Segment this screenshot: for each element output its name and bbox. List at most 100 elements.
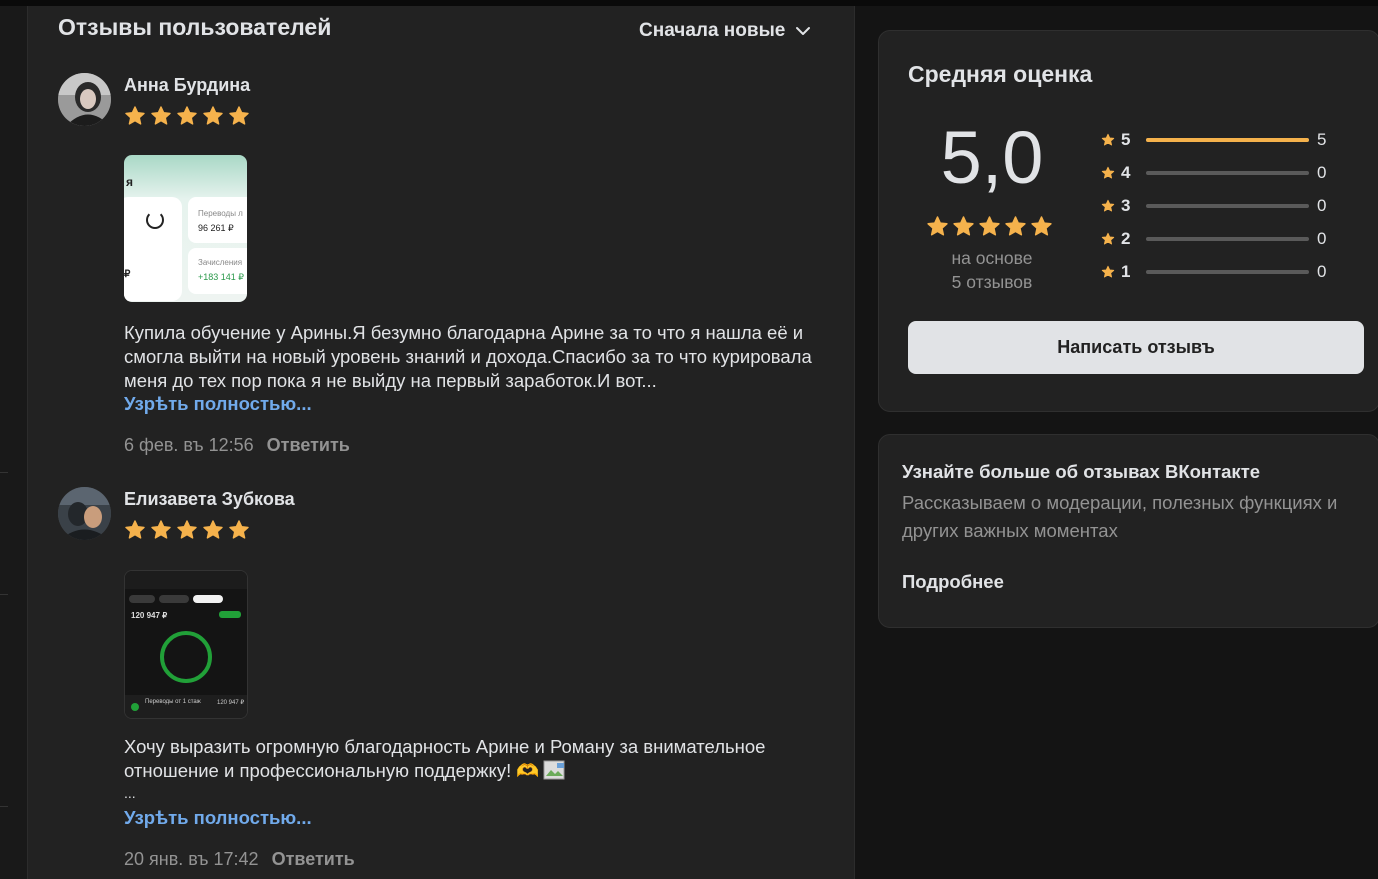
review-count: 5 отзывов bbox=[951, 272, 1033, 292]
broken-image-icon bbox=[543, 760, 565, 780]
review-stars bbox=[124, 519, 250, 541]
review-date[interactable]: 6 фев. въ 12:56 bbox=[124, 435, 254, 455]
rating-row-2[interactable]: 2 0 bbox=[1101, 228, 1331, 250]
review-author[interactable]: Анна Бурдина bbox=[124, 75, 250, 96]
based-on-line: на основе bbox=[951, 248, 1033, 268]
rating-panel: Средняя оценка 5,0 на основе 5 отзывов 5… bbox=[878, 30, 1378, 412]
rating-row-label: 2 bbox=[1121, 229, 1131, 248]
rating-row-label: 3 bbox=[1121, 196, 1131, 215]
rating-row-count: 0 bbox=[1317, 163, 1327, 182]
review-text-line: отношение и профессиональную поддержку! … bbox=[124, 760, 540, 781]
rating-row-count: 0 bbox=[1317, 196, 1327, 215]
photo-chip bbox=[193, 595, 223, 603]
review-meta: 20 янв. въ 17:42 Ответить bbox=[124, 849, 355, 870]
show-more-link[interactable]: Узрѣть полностью... bbox=[124, 393, 312, 415]
rating-bar bbox=[1146, 270, 1309, 274]
photo-label: Переводы л bbox=[198, 209, 243, 218]
show-more-link[interactable]: Узрѣть полностью... bbox=[124, 807, 312, 829]
review-item: Анна Бурдина я ₽ Переводы л 96 261 ₽ Зач… bbox=[58, 73, 838, 463]
info-text: Рассказываем о модерации, полезных функц… bbox=[902, 492, 1338, 541]
average-stars bbox=[926, 215, 1053, 238]
photo-header bbox=[125, 571, 247, 589]
reviews-section: Отзывы пользователей Сначала новые Анна … bbox=[27, 6, 855, 879]
photo-value: 96 261 ₽ bbox=[198, 223, 234, 233]
avatar[interactable] bbox=[58, 487, 111, 540]
based-on-text: на основе 5 отзывов bbox=[919, 246, 1065, 294]
photo-label: Переводы от 1 стаж bbox=[145, 699, 201, 705]
rating-bar bbox=[1146, 237, 1309, 241]
write-review-button[interactable]: Написать отзывъ bbox=[908, 321, 1364, 374]
star-icon bbox=[1030, 215, 1053, 238]
chevron-down-icon bbox=[796, 27, 811, 35]
info-title: Узнайте больше об отзывах ВКонтакте bbox=[902, 461, 1261, 482]
star-icon bbox=[150, 105, 172, 127]
avatar[interactable] bbox=[58, 73, 111, 126]
star-icon bbox=[202, 519, 224, 541]
star-icon bbox=[124, 105, 146, 127]
reply-button[interactable]: Ответить bbox=[272, 849, 355, 869]
star-icon bbox=[1101, 133, 1115, 147]
rating-row-1[interactable]: 1 0 bbox=[1101, 261, 1331, 283]
rating-row-label: 1 bbox=[1121, 262, 1131, 281]
rating-bar-fill bbox=[1146, 138, 1309, 142]
photo-heading: я bbox=[126, 175, 134, 189]
rating-row-5[interactable]: 5 5 bbox=[1101, 129, 1331, 151]
rating-row-label: 5 bbox=[1121, 130, 1131, 149]
star-icon bbox=[228, 105, 250, 127]
photo-footer: Переводы от 1 стаж 120 947 ₽ bbox=[125, 695, 247, 718]
review-date[interactable]: 20 янв. въ 17:42 bbox=[124, 849, 259, 869]
photo-badge bbox=[219, 611, 241, 618]
star-icon bbox=[150, 519, 172, 541]
photo-value: ₽ bbox=[124, 269, 131, 280]
rating-row-3[interactable]: 3 0 bbox=[1101, 195, 1331, 217]
review-text: Купила обучение у Арины.Я безумно благод… bbox=[124, 322, 812, 391]
review-item: Елизавета Зубкова 120 947 ₽ Переводы от … bbox=[58, 487, 838, 879]
rating-bar bbox=[1146, 138, 1309, 142]
donut-ring bbox=[160, 631, 212, 683]
review-text-line: Хочу выразить огромную благодарность Ари… bbox=[124, 736, 766, 757]
photo-card: Зачисления +183 141 ₽ bbox=[188, 248, 247, 294]
star-icon bbox=[926, 215, 949, 238]
left-navigation-strip bbox=[0, 6, 27, 879]
info-panel: Узнайте больше об отзывах ВКонтакте Расс… bbox=[878, 434, 1378, 628]
star-icon bbox=[1101, 166, 1115, 180]
sort-dropdown[interactable]: Сначала новые bbox=[639, 20, 811, 42]
photo-value: +183 141 ₽ bbox=[198, 272, 245, 282]
rating-title: Средняя оценка bbox=[908, 61, 1093, 87]
review-stars bbox=[124, 105, 250, 127]
star-icon bbox=[1101, 232, 1115, 246]
rating-row-4[interactable]: 4 0 bbox=[1101, 162, 1331, 184]
star-icon bbox=[228, 519, 250, 541]
star-icon bbox=[124, 519, 146, 541]
strip-divider bbox=[0, 806, 8, 807]
rating-bar bbox=[1146, 171, 1309, 175]
strip-divider bbox=[0, 472, 8, 473]
star-icon bbox=[952, 215, 975, 238]
average-score: 5,0 bbox=[940, 116, 1044, 199]
reply-button[interactable]: Ответить bbox=[267, 435, 350, 455]
photo-chip bbox=[159, 595, 189, 603]
star-icon bbox=[1101, 199, 1115, 213]
photo-amount: 120 947 ₽ bbox=[131, 611, 168, 620]
review-meta: 6 фев. въ 12:56 Ответить bbox=[124, 435, 350, 456]
review-text-ellipsis: ... bbox=[124, 785, 136, 801]
review-photo[interactable]: 120 947 ₽ Переводы от 1 стаж 120 947 ₽ bbox=[124, 570, 248, 719]
photo-card: Переводы л 96 261 ₽ bbox=[188, 197, 247, 243]
photo-label: Зачисления bbox=[198, 258, 243, 267]
star-icon bbox=[202, 105, 224, 127]
rating-bar bbox=[1146, 204, 1309, 208]
star-icon bbox=[176, 105, 198, 127]
photo-icon bbox=[131, 703, 139, 711]
review-author[interactable]: Елизавета Зубкова bbox=[124, 489, 295, 510]
review-photo[interactable]: я ₽ Переводы л 96 261 ₽ Зачисления +183 … bbox=[124, 155, 247, 302]
strip-divider bbox=[0, 594, 8, 595]
rating-row-label: 4 bbox=[1121, 163, 1131, 182]
learn-more-link[interactable]: Подробнее bbox=[902, 571, 1004, 593]
photo-value: 120 947 ₽ bbox=[217, 700, 245, 706]
rating-row-count: 0 bbox=[1317, 229, 1327, 248]
star-icon bbox=[1101, 265, 1115, 279]
rating-row-count: 5 bbox=[1317, 130, 1327, 149]
star-icon bbox=[978, 215, 1001, 238]
sort-label: Сначала новые bbox=[639, 20, 786, 41]
star-icon bbox=[176, 519, 198, 541]
